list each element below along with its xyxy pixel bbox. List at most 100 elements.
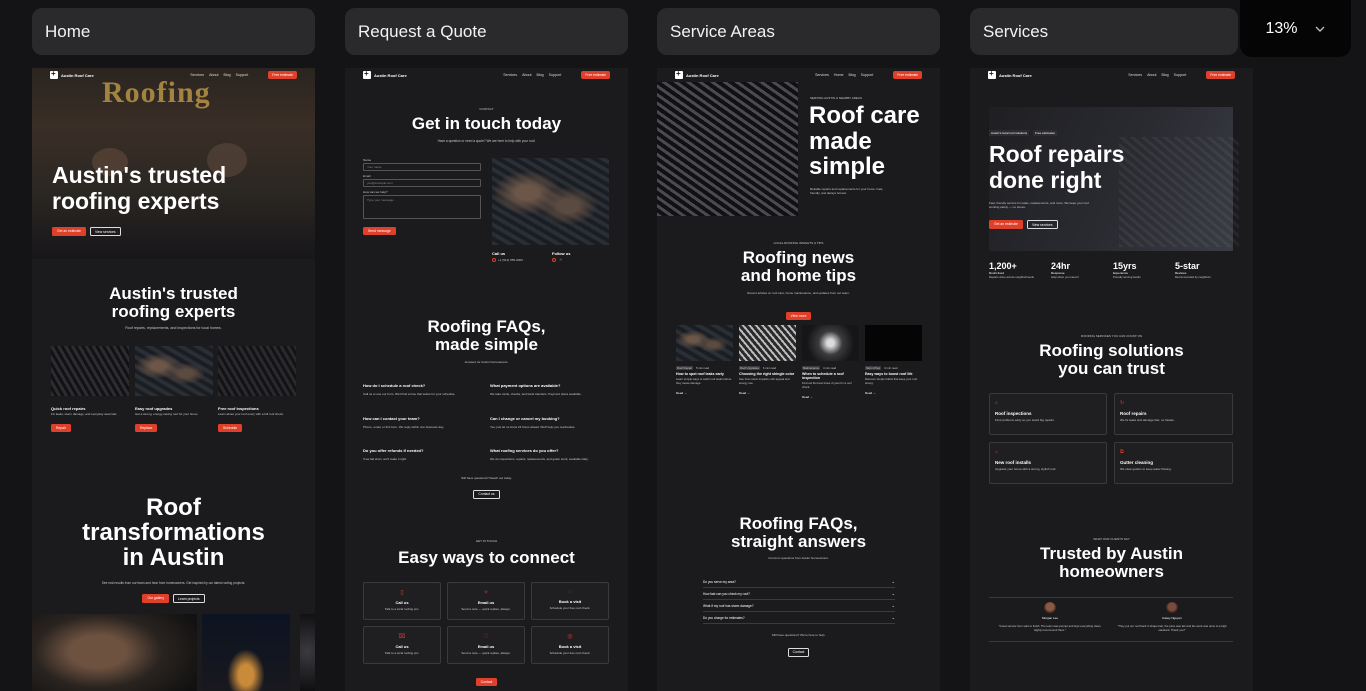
connect-card[interactable]: ♡ Email us Send a note — quick replies, … — [447, 626, 525, 664]
nav-cta-button[interactable]: Free estimate — [1206, 71, 1235, 79]
tab-label: Request a Quote — [358, 21, 487, 41]
solution-card[interactable]: ⧉ Gutter cleaning We clear gutters to ke… — [1114, 442, 1233, 484]
solution-card[interactable]: ↻ Roof repairs We fix leaks and damage f… — [1114, 393, 1233, 435]
faq-item[interactable]: What roofing services do you offer? We do… — [490, 448, 610, 461]
transformations-subtitle: See real results from our team and hear … — [101, 581, 246, 585]
stat-note: Recommended by neighbors — [1175, 275, 1211, 279]
card-button[interactable]: Schedule — [218, 424, 243, 432]
nav-link[interactable]: Home — [834, 73, 844, 77]
connect-card[interactable]: ⌧ Call us Talk to a local roofing pro. — [363, 626, 441, 664]
message-field[interactable]: Type your message... — [363, 195, 481, 219]
read-link[interactable]: Read → — [676, 391, 733, 395]
read-link[interactable]: Read → — [865, 391, 922, 395]
estimate-button[interactable]: Get an estimate — [989, 220, 1023, 229]
faq-list: Do you serve my area? ⌄ How fast can you … — [703, 576, 895, 624]
nav-link[interactable]: Support — [236, 73, 249, 77]
contact-button[interactable]: Contact us — [473, 489, 500, 499]
name-field[interactable]: Your name — [363, 163, 481, 171]
site-logo[interactable]: Austin Roof Care — [363, 69, 407, 79]
solutions-title-line: Roofing solutions — [1039, 341, 1184, 360]
email-field[interactable]: you@example.com — [363, 179, 481, 187]
nav-cta-button[interactable]: Free estimate — [268, 71, 297, 79]
frame-request-a-quote[interactable]: Austin Roof Care Services About Blog Sup… — [345, 68, 628, 691]
connect-card[interactable]: ◌ Book a visit Schedule your free roof c… — [531, 582, 609, 620]
blog-post[interactable]: Roof Repair 5 min read How to spot roof l… — [676, 366, 733, 395]
connect-card[interactable]: ▯ Call us Talk to a local roofing pro. — [363, 582, 441, 620]
bottom-contact-button[interactable]: Contact — [475, 678, 498, 686]
transformations-title-line: Roof — [146, 494, 201, 521]
frame-services[interactable]: Austin Roof Care Services About Blog Sup… — [970, 68, 1253, 691]
connect-card[interactable]: ◎ Book a visit Schedule your free roof c… — [531, 626, 609, 664]
faq-row[interactable]: What if my roof has storm damage? ⌄ — [703, 600, 895, 612]
faq-item[interactable]: Do you offer refunds if needed? If we fal… — [363, 448, 479, 461]
view-services-button[interactable]: View services — [1026, 220, 1058, 229]
arrow-right-icon: → — [810, 395, 814, 399]
contact-subtitle: Have a question or need a quote? We are … — [437, 139, 536, 143]
view-services-button[interactable]: View services — [89, 227, 121, 236]
nav-link[interactable]: Blog — [223, 73, 230, 77]
faq-row[interactable]: Do you serve my area? ⌄ — [703, 576, 895, 588]
faq-item[interactable]: Can I change or cancel my booking? Yes, j… — [490, 416, 610, 429]
faq-title: Roofing FAQs, made simple — [345, 318, 628, 354]
projects-button[interactable]: Learn projects — [173, 594, 205, 603]
faq-row[interactable]: Do you charge for estimates? ⌄ — [703, 612, 895, 624]
nav-link[interactable]: Blog — [1161, 73, 1168, 77]
frame-home[interactable]: Roofing Austin Roof Care Services About … — [32, 68, 315, 691]
nav-link[interactable]: About — [522, 73, 531, 77]
post-image — [676, 325, 733, 361]
nav-link[interactable]: Services — [190, 73, 204, 77]
blog-post[interactable]: Storm Prep 3 min read Easy ways to boost … — [865, 366, 922, 395]
site-logo[interactable]: Austin Roof Care — [675, 69, 719, 79]
nav-link[interactable]: Support — [549, 73, 562, 77]
faq-row[interactable]: How fast can you check my roof? ⌄ — [703, 588, 895, 600]
solution-card[interactable]: ⌕ Roof inspections Find problems early s… — [989, 393, 1107, 435]
nav-link[interactable]: Services — [815, 73, 829, 77]
faq-question: Do you serve my area? — [703, 579, 736, 584]
nav-cta-button[interactable]: Free estimate — [581, 71, 610, 79]
faq-item[interactable]: What payment options are available? We ta… — [490, 383, 610, 396]
blog-post[interactable]: Maintenance 4 min read When to schedule a… — [802, 366, 859, 399]
contact-button[interactable]: Contact — [787, 647, 810, 657]
transformations-title: Roof transformations in Austin — [32, 495, 315, 571]
send-message-button[interactable]: Send message — [363, 227, 396, 235]
mail-icon: ✧ — [483, 590, 489, 596]
nav-cta-button[interactable]: Free estimate — [893, 71, 922, 79]
tab-home[interactable]: Home — [32, 8, 315, 55]
tab-label: Service Areas — [670, 21, 775, 41]
read-link[interactable]: Read → — [802, 395, 859, 399]
card-button[interactable]: Repair — [51, 424, 71, 432]
site-nav: Austin Roof Care Services About Blog Sup… — [970, 68, 1253, 82]
tab-services[interactable]: Services — [970, 8, 1238, 55]
call-value[interactable]: +1 (512) 555-0000 — [498, 258, 523, 262]
connect-card-text: Talk to a local roofing pro. — [384, 651, 420, 655]
nav-link[interactable]: Support — [861, 73, 874, 77]
gallery-button[interactable]: Our gallery — [142, 594, 170, 603]
nav-link[interactable]: Services — [503, 73, 517, 77]
nav-link[interactable]: Blog — [848, 73, 855, 77]
site-logo[interactable]: Austin Roof Care — [50, 69, 94, 79]
card-button[interactable]: Replace — [135, 424, 158, 432]
connect-card[interactable]: ✧ Email us Send a note — quick replies, … — [447, 582, 525, 620]
tab-service-areas[interactable]: Service Areas — [657, 8, 940, 55]
faq-item[interactable]: How do I schedule a roof check? Call us o… — [363, 383, 479, 396]
frame-service-areas[interactable]: Austin Roof Care Services Home Blog Supp… — [657, 68, 940, 691]
faq-item[interactable]: How can I contact your team? Phone, email… — [363, 416, 479, 429]
news-title-line: Roofing news — [742, 248, 855, 267]
nav-link[interactable]: Support — [1174, 73, 1187, 77]
nav-link[interactable]: Blog — [536, 73, 543, 77]
x-icon[interactable]: ✕ — [559, 258, 562, 262]
bottom-contact-wrap: Contact — [345, 670, 628, 688]
nav-link[interactable]: About — [209, 73, 218, 77]
solution-card[interactable]: ⌂ New roof installs Upgrade your home wi… — [989, 442, 1107, 484]
nav-link[interactable]: About — [1147, 73, 1156, 77]
estimate-button[interactable]: Get an estimate — [52, 227, 86, 236]
nav-link[interactable]: Services — [1128, 73, 1142, 77]
blog-post[interactable]: Roof Upgrades 6 min read Choosing the rig… — [739, 366, 796, 395]
site-logo[interactable]: Austin Roof Care — [988, 69, 1032, 79]
stat-item: 15yrs Experience Proudly serving Austin — [1113, 261, 1175, 279]
tab-request-a-quote[interactable]: Request a Quote — [345, 8, 628, 55]
facebook-icon[interactable] — [552, 258, 556, 262]
read-link[interactable]: Read → — [739, 391, 796, 395]
zoom-control[interactable]: 13% — [1240, 0, 1351, 57]
view-more-button[interactable]: View more — [785, 312, 812, 320]
